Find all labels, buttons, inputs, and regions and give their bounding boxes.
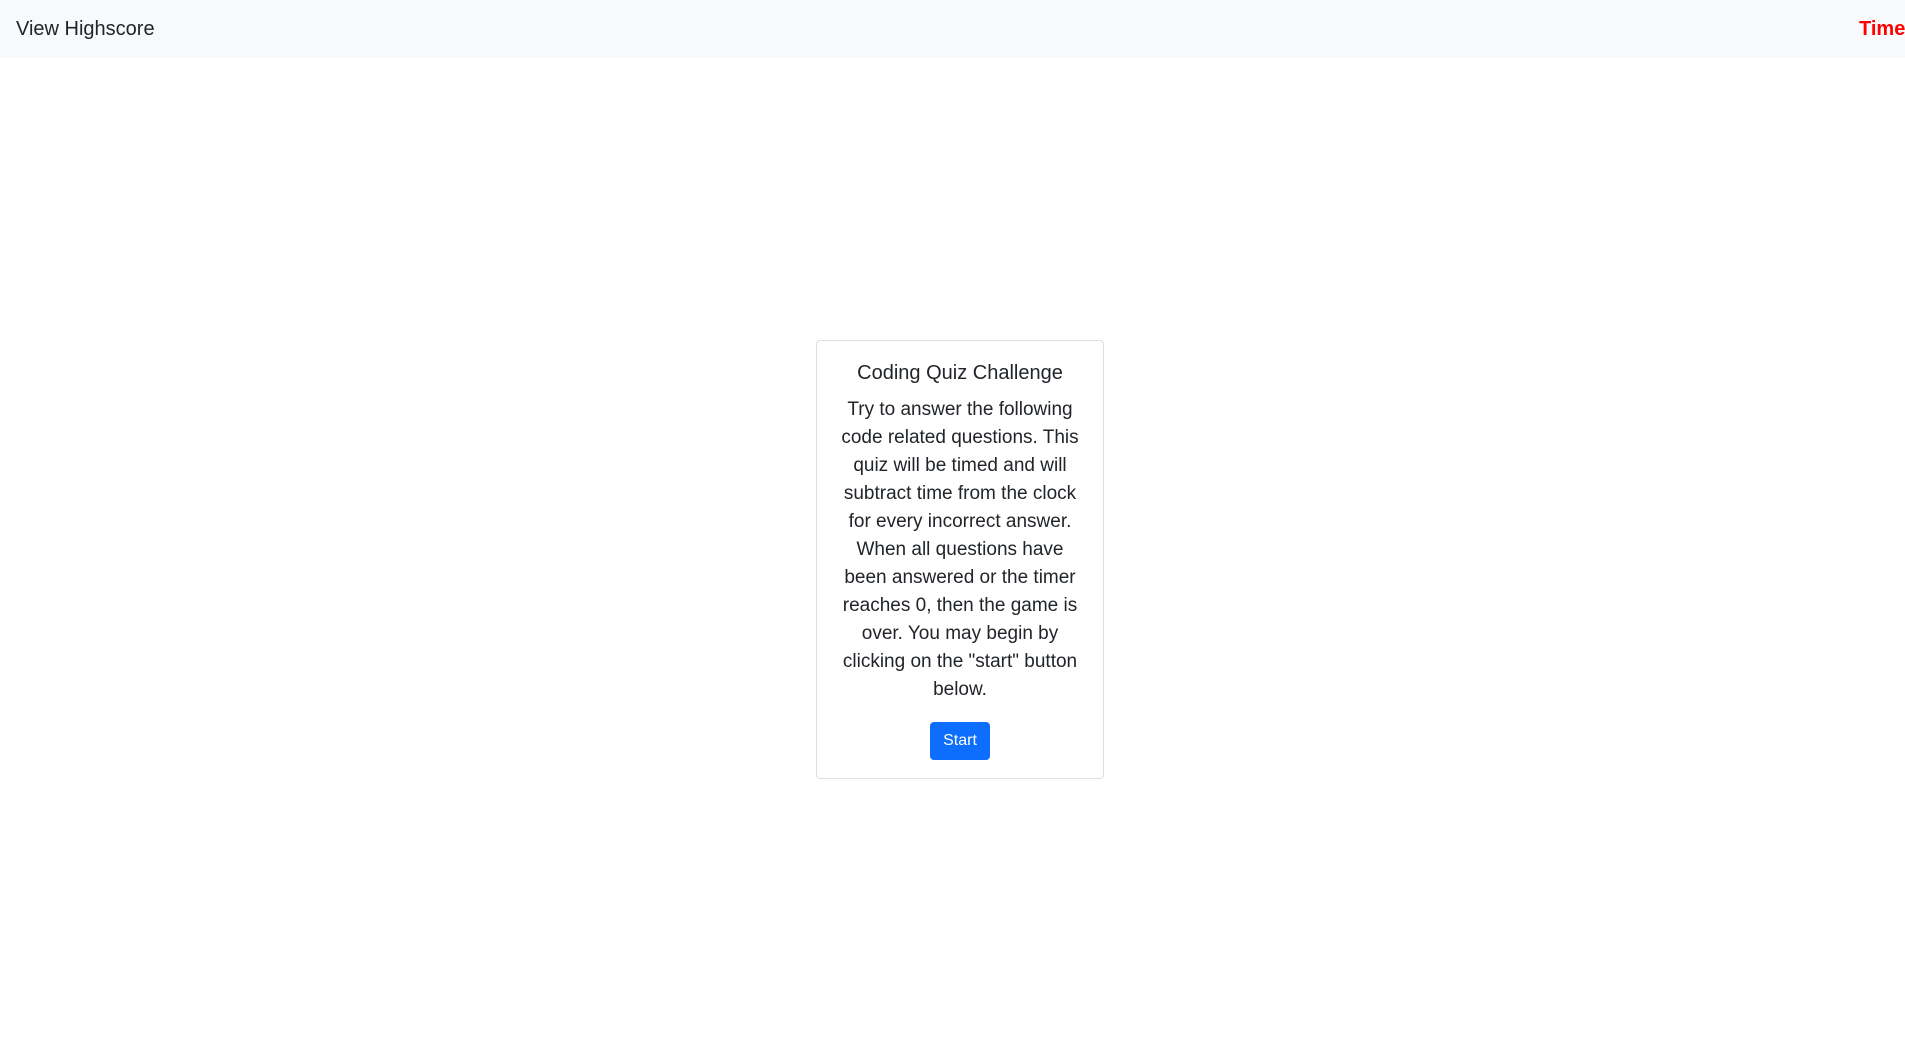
view-highscore-link[interactable]: View Highscore — [16, 17, 155, 41]
quiz-title: Coding Quiz Challenge — [857, 362, 1063, 384]
quiz-instructions: Try to answer the following code related… — [841, 399, 1079, 700]
quiz-intro-card: Coding Quiz Challenge Try to answer the … — [816, 340, 1104, 779]
navbar: View Highscore Time — [0, 0, 1905, 58]
timer-label: Time — [1859, 18, 1905, 40]
start-button[interactable]: Start — [930, 722, 990, 760]
